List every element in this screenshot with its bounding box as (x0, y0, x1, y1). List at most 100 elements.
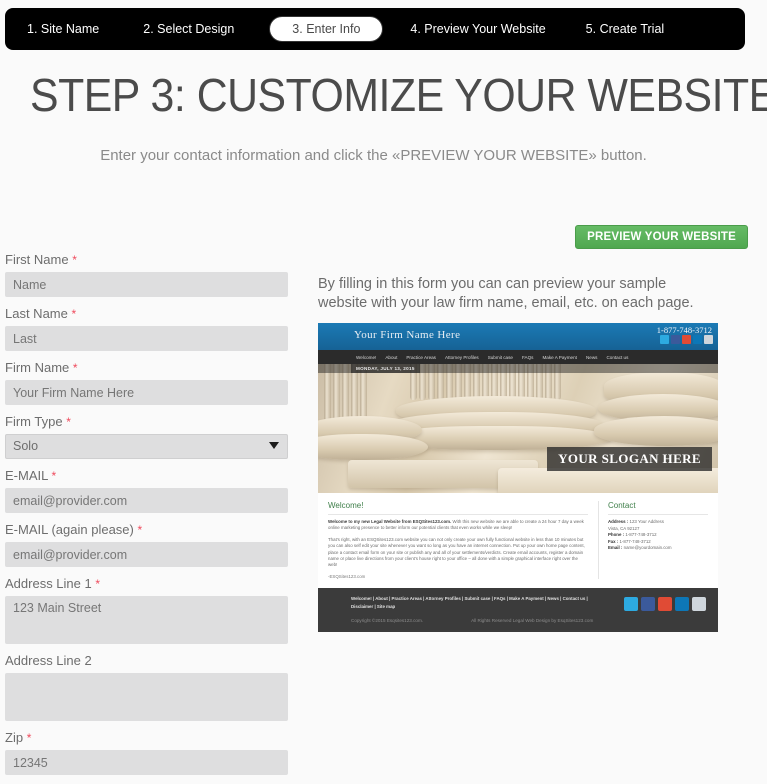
preview-site-header: Your Firm Name Here 1-877-748-3712 (318, 323, 718, 350)
rss-icon[interactable] (704, 335, 713, 344)
preview-nav-item-attorney-profiles[interactable]: Attorney Profiles (445, 355, 479, 360)
field-address-line-2: Address Line 2 (5, 653, 288, 721)
address1-textarea[interactable] (5, 596, 288, 644)
footer-link-practice-areas[interactable]: Practice Areas (392, 596, 422, 601)
preview-footer-copyright: Copyright ©2015 Esqsites123.com. (351, 617, 424, 623)
preview-nav-item-news[interactable]: News (586, 355, 598, 360)
email-again-input[interactable] (5, 542, 288, 567)
last-name-label: Last Name * (5, 306, 288, 322)
footer-link-attorney-profiles[interactable]: Attorney Profiles (425, 596, 460, 601)
preview-contact-address-label: Address : (608, 519, 629, 524)
footer-link-make-a-payment[interactable]: Make A Payment (509, 596, 544, 601)
right-panel: PREVIEW YOUR WEBSITE By filling in this … (318, 225, 748, 313)
preview-signature: -ESQSites123.com (328, 573, 366, 579)
required-marker: * (66, 415, 71, 429)
zip-input[interactable] (5, 750, 288, 775)
preview-contact-fax: Fax : 1-877-748-3712 (608, 539, 708, 546)
rss-icon[interactable] (692, 596, 706, 611)
preview-nav-item-faqs[interactable]: FAQs (522, 355, 534, 360)
preview-firm-name: Your Firm Name Here (354, 329, 461, 341)
required-marker: * (137, 523, 143, 537)
email-label: E-MAIL * (5, 468, 288, 484)
address2-textarea[interactable] (5, 673, 288, 721)
footer-link-site-map[interactable]: Site map (377, 604, 395, 609)
preview-contact-city: Vista, CA 92127 (608, 525, 640, 531)
preview-hero-date: MONDAY, JULY 13, 2015 (351, 364, 420, 373)
preview-paragraph-1: Welcome to my new Legal Website from ESQ… (328, 519, 588, 532)
firm-type-selected-value: Solo (13, 439, 39, 453)
wizard-step-3-active[interactable]: 3. Enter Info (270, 17, 383, 41)
linkedin-icon[interactable] (675, 596, 689, 611)
preview-site-footer: Welcome! | About | Practice Areas | Atto… (318, 587, 718, 632)
email-again-label: E-MAIL (again please) * (5, 522, 288, 538)
preview-contact-address: Address : 123 Your Address (608, 519, 708, 526)
chevron-down-icon (269, 442, 279, 449)
first-name-input[interactable] (5, 272, 288, 297)
preview-nav-item-submit-case[interactable]: Submit case (488, 355, 513, 360)
preview-nav-item-welcome[interactable]: Welcome! (356, 355, 376, 360)
field-firm-type: Firm Type * Solo (5, 414, 288, 459)
wizard-step-4[interactable]: 4. Preview Your Website (410, 15, 545, 43)
preview-contact-phone-value: 1-877-748-3712 (625, 532, 657, 538)
firm-type-label: Firm Type * (5, 414, 288, 430)
linkedin-icon[interactable] (693, 335, 702, 344)
wizard-step-5[interactable]: 5. Create Trial (586, 15, 665, 43)
field-email-again: E-MAIL (again please) * (5, 522, 288, 567)
preview-nav-item-about[interactable]: About (385, 355, 397, 360)
preview-nav-item-make-a-payment[interactable]: Make A Payment (542, 355, 576, 360)
website-preview: Your Firm Name Here 1-877-748-3712 Welco… (318, 323, 718, 632)
page-root: 1. Site Name 2. Select Design 3. Enter I… (0, 0, 767, 775)
preview-footer-social (624, 596, 706, 611)
googleplus-icon[interactable] (658, 596, 672, 611)
footer-link-submit-case[interactable]: Submit case (464, 596, 490, 601)
preview-your-website-button[interactable]: PREVIEW YOUR WEBSITE (575, 225, 748, 249)
preview-nav-item-practice-areas[interactable]: Practice Areas (406, 355, 436, 360)
preview-hero-slogan: YOUR SLOGAN HERE (547, 447, 712, 471)
firm-type-select[interactable]: Solo (5, 434, 288, 459)
preview-contact-fax-label: Fax : (608, 538, 619, 544)
footer-link-contact-us[interactable]: Contact us (563, 596, 586, 601)
divider (608, 514, 708, 515)
wizard-step-1[interactable]: 1. Site Name (27, 15, 99, 43)
facebook-icon[interactable] (641, 596, 655, 611)
field-zip: Zip * (5, 730, 288, 775)
preview-contact-heading: Contact (608, 501, 636, 510)
footer-link-faqs[interactable]: FAQs (494, 596, 505, 601)
wizard-step-2[interactable]: 2. Select Design (143, 15, 234, 43)
field-last-name: Last Name * (5, 306, 288, 351)
preview-site-body: Welcome! Welcome to my new Legal Website… (318, 493, 718, 579)
preview-nav-item-contact-us[interactable]: Contact us (606, 355, 628, 360)
required-marker: * (51, 469, 57, 483)
preview-site-nav: Welcome! About Practice Areas Attorney P… (318, 350, 718, 364)
address2-label: Address Line 2 (5, 653, 288, 669)
page-subtitle: Enter your contact information and click… (100, 147, 647, 164)
footer-link-news[interactable]: News (547, 596, 558, 601)
email-input[interactable] (5, 488, 288, 513)
required-marker: * (95, 577, 101, 591)
twitter-icon[interactable] (624, 596, 638, 611)
page-title: STEP 3: CUSTOMIZE YOUR WEBSITE (30, 69, 767, 121)
footer-link-about[interactable]: About (375, 596, 388, 601)
zip-label-text: Zip (5, 730, 24, 745)
firm-name-label: Firm Name * (5, 360, 288, 376)
last-name-input[interactable] (5, 326, 288, 351)
email-again-label-text: E-MAIL (again please) (5, 522, 134, 537)
preview-contact-phone: Phone : 1-877-748-3712 (608, 532, 708, 539)
divider (328, 514, 588, 515)
firm-name-input[interactable] (5, 380, 288, 405)
first-name-label: First Name * (5, 252, 288, 268)
address1-label-text: Address Line 1 (5, 576, 92, 591)
twitter-icon[interactable] (660, 335, 669, 344)
field-firm-name: Firm Name * (5, 360, 288, 405)
facebook-icon[interactable] (671, 335, 680, 344)
address2-label-text: Address Line 2 (5, 653, 92, 668)
preview-paragraph-1-bold: Welcome to my new Legal Website from ESQ… (328, 519, 452, 524)
footer-link-disclaimer[interactable]: Disclaimer (351, 604, 373, 609)
footer-link-welcome[interactable]: Welcome! (351, 596, 372, 601)
wizard-step-bar: 1. Site Name 2. Select Design 3. Enter I… (5, 8, 745, 50)
field-email: E-MAIL * (5, 468, 288, 513)
preview-footer-links: Welcome! | About | Practice Areas | Atto… (351, 595, 588, 609)
required-marker: * (26, 731, 32, 745)
required-marker: * (72, 253, 77, 267)
googleplus-icon[interactable] (682, 335, 691, 344)
